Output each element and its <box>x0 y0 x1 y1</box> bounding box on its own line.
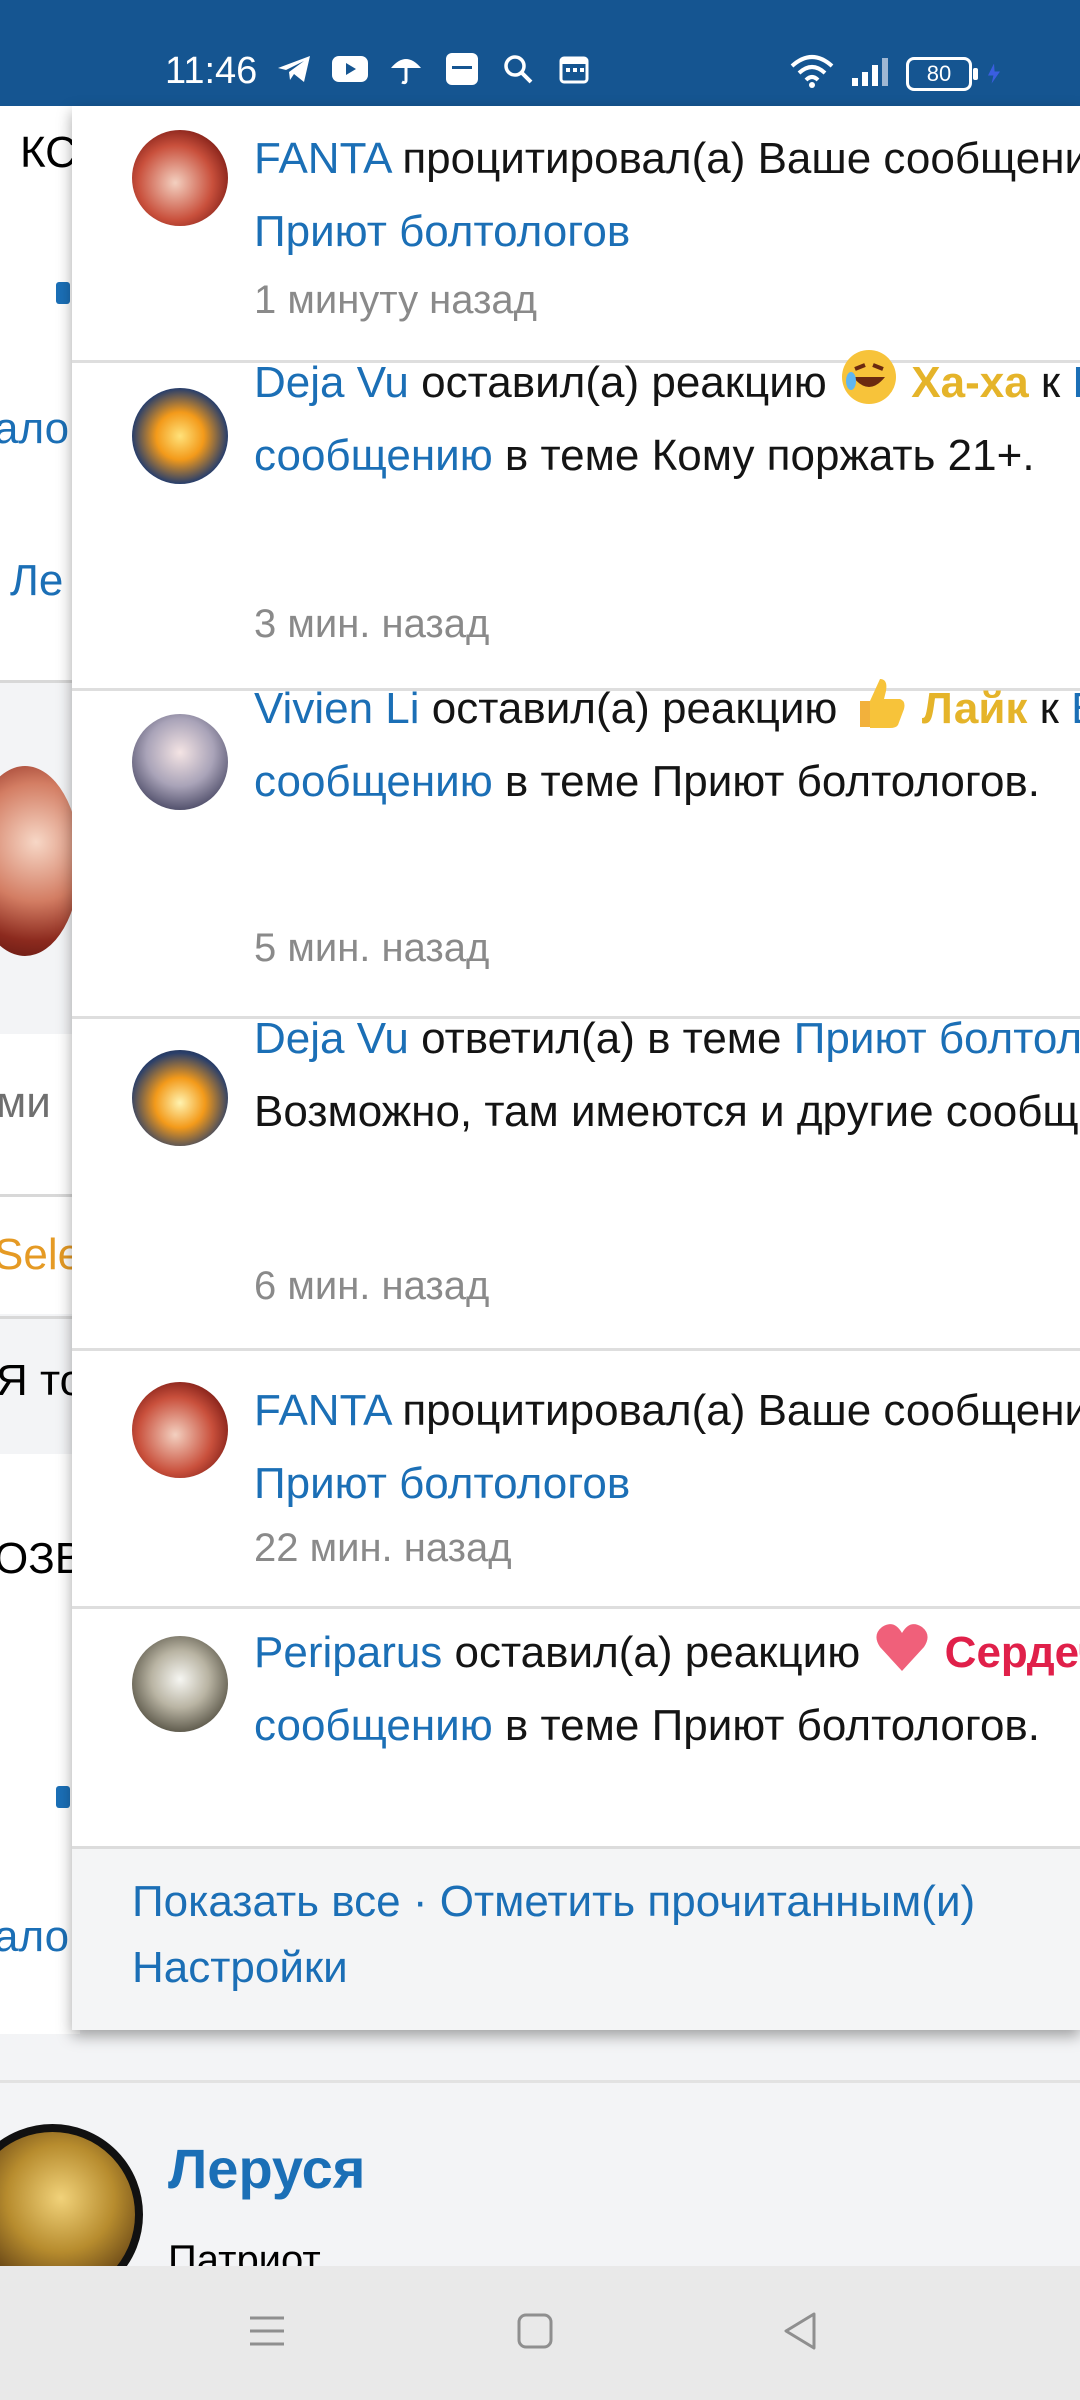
umbrella-icon <box>387 50 425 88</box>
notification-text: Deja Vu ответил(а) в теме Приют болтолог… <box>254 1002 1080 1148</box>
anime-girl-avatar[interactable] <box>132 714 228 810</box>
background-avatar <box>0 766 80 956</box>
status-system-icons: 80 <box>790 54 1000 93</box>
telegram-icon <box>275 50 313 88</box>
notification-time: 22 мин. назад <box>254 1526 512 1570</box>
notification-tail: в теме Кому поржать 21+. <box>492 431 1035 480</box>
notification-user-link[interactable]: Vivien Li <box>254 684 420 733</box>
search-icon <box>499 50 537 88</box>
calendar-icon <box>555 50 593 88</box>
battery-icon: 80 <box>906 56 978 91</box>
notification-time: 1 минуту назад <box>254 278 537 322</box>
notification-user-link[interactable]: FANTA <box>254 134 390 183</box>
reaction-label: Лайк <box>921 684 1028 733</box>
sun-orb-avatar[interactable] <box>132 388 228 484</box>
status-app-icons <box>275 50 593 88</box>
reaction-label: Сердечко <box>944 1628 1080 1677</box>
divider <box>0 1316 80 1319</box>
background-icon <box>56 1786 70 1808</box>
notification-action: оставил(а) реакцию <box>419 684 850 733</box>
notification-text: Vivien Li оставил(а) реакцию Лайк к Ваше… <box>254 672 1080 818</box>
notification-item[interactable]: Deja Vu ответил(а) в теме Приют болтолог… <box>72 1014 1080 1351</box>
notification-user-link[interactable]: FANTA <box>254 1386 390 1435</box>
background-fragment: ми <box>0 1078 51 1127</box>
charging-icon <box>988 63 1000 84</box>
notification-mid: к <box>1027 684 1072 733</box>
settings-link[interactable]: Настройки <box>132 1943 348 1992</box>
app-badge-icon <box>443 50 481 88</box>
status-bar: 11:46 80 <box>0 0 1080 106</box>
footer-separator: · <box>400 1877 440 1926</box>
notification-text: FANTA процитировал(а) Ваше сообщение в т… <box>254 122 1080 268</box>
notification-item[interactable]: FANTA процитировал(а) Ваше сообщение в т… <box>72 1348 1080 1609</box>
notification-user-link[interactable]: Deja Vu <box>254 358 409 407</box>
notification-thread-link[interactable]: Приют болтологов <box>794 1014 1080 1063</box>
notification-thread-link[interactable]: Приют болтологов <box>254 1459 630 1508</box>
heart-emoji-icon <box>872 1617 932 1677</box>
divider <box>0 1194 80 1197</box>
home-square-icon[interactable] <box>510 2306 560 2356</box>
popup-footer: Показать все · Отметить прочитанным(и) Н… <box>72 1846 1080 2030</box>
notification-action: оставил(а) реакцию <box>442 1628 873 1677</box>
rofl-emoji-icon <box>839 347 899 407</box>
notification-time: 3 мин. назад <box>254 602 490 646</box>
background-fragment: КС <box>20 128 77 177</box>
system-nav-bar <box>0 2266 1080 2400</box>
notification-item[interactable]: FANTA процитировал(а) Ваше сообщение в т… <box>72 106 1080 363</box>
reaction-label: Ха-ха <box>911 358 1029 407</box>
notification-user-link[interactable]: Periparus <box>254 1628 442 1677</box>
sun-orb-avatar[interactable] <box>132 1050 228 1146</box>
notification-tail: в теме Приют болтологов. <box>492 1701 1041 1750</box>
notification-action: процитировал(а) Ваше сообщение в теме <box>402 1386 1080 1435</box>
notification-thread-link[interactable]: Приют болтологов <box>254 207 630 256</box>
santa-girl-avatar[interactable] <box>132 1382 228 1478</box>
notification-time: 6 мин. назад <box>254 1264 490 1308</box>
notification-action: процитировал(а) Ваше сообщение в теме <box>402 134 1080 183</box>
notification-text: Deja Vu оставил(а) реакцию Ха-ха к Вашем… <box>254 346 1080 492</box>
notification-item[interactable]: Periparus оставил(а) реакцию Сердечко к … <box>72 1606 1080 1866</box>
notification-text: FANTA процитировал(а) Ваше сообщение в т… <box>254 1374 1080 1520</box>
profile-name[interactable]: Леруся <box>168 2136 365 2201</box>
notification-mid: к <box>1028 358 1073 407</box>
divider <box>0 680 80 683</box>
santa-girl-avatar[interactable] <box>132 130 228 226</box>
notification-tail: в теме Приют болтологов. <box>492 757 1041 806</box>
mark-read-link[interactable]: Отметить прочитанным(и) <box>440 1877 975 1926</box>
footer-links: Показать все · Отметить прочитанным(и) <box>132 1877 975 1927</box>
youtube-icon <box>331 50 369 88</box>
background-fragment[interactable]: Sele <box>0 1230 82 1280</box>
background-fragment[interactable]: Ле <box>10 556 63 606</box>
notification-user-link[interactable]: Deja Vu <box>254 1014 409 1063</box>
back-triangle-icon[interactable] <box>776 2306 826 2356</box>
notification-action: ответил(а) в теме <box>408 1014 794 1063</box>
thumbs-up-emoji-icon <box>850 673 910 733</box>
notification-text: Periparus оставил(а) реакцию Сердечко к … <box>254 1616 1080 1762</box>
background-icon <box>56 282 70 304</box>
wifi-icon <box>790 54 834 93</box>
footer-settings-line: Настройки <box>132 1943 348 1993</box>
show-all-link[interactable]: Показать все <box>132 1877 401 1926</box>
menu-icon[interactable] <box>242 2306 292 2356</box>
notification-time: 5 мин. назад <box>254 926 490 970</box>
notification-action: оставил(а) реакцию <box>408 358 840 407</box>
background-fragment[interactable]: ало <box>0 404 69 454</box>
background-fragment[interactable]: ало <box>0 1912 69 1962</box>
battery-level: 80 <box>926 60 952 86</box>
signal-icon <box>850 56 890 91</box>
profile-strip <box>0 2080 1080 2269</box>
bird-avatar[interactable] <box>132 1636 228 1732</box>
notification-item[interactable]: Vivien Li оставил(а) реакцию Лайк к Ваше… <box>72 679 1080 1019</box>
status-time: 11:46 <box>165 50 258 92</box>
notification-item[interactable]: Deja Vu оставил(а) реакцию Ха-ха к Вашем… <box>72 350 1080 691</box>
notifications-popup: FANTA процитировал(а) Ваше сообщение в т… <box>72 106 1080 2030</box>
